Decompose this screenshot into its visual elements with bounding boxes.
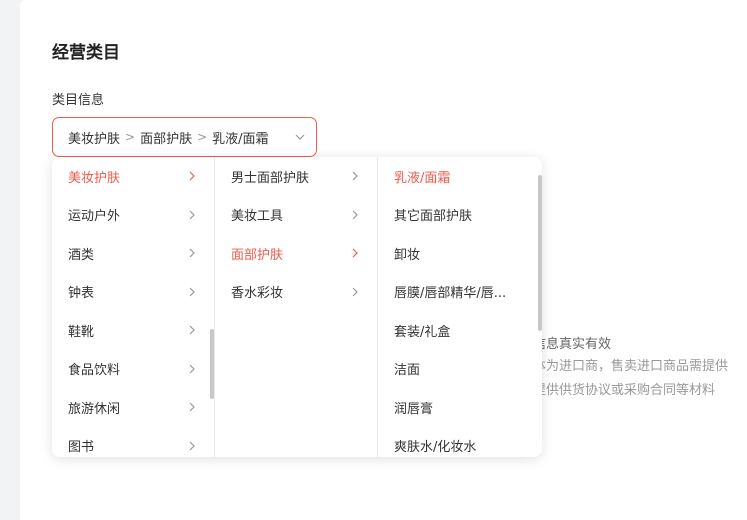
cascader-path-level2: 面部护肤 — [140, 131, 193, 147]
chevron-right-icon — [189, 287, 195, 296]
helper-text-3: 需提供供货协议或采购合同等材料 — [520, 383, 716, 398]
level3-column: 乳液/面霜 其它面部护肤 卸妆 唇膜/唇部精华/唇... 套装/礼盒 洁面 润唇… — [378, 157, 542, 457]
cascader-path-level3: 乳液/面霜 — [212, 131, 269, 147]
chevron-right-icon — [189, 325, 195, 335]
level2-item[interactable]: 男士面部护肤 — [215, 157, 377, 196]
level2-column: 男士面部护肤 美妆工具 面部护肤 香水彩妆 — [215, 157, 378, 457]
level2-item[interactable]: 香水彩妆 — [215, 273, 377, 312]
level3-scrollbar[interactable] — [538, 175, 542, 331]
chevron-down-icon[interactable] — [294, 131, 306, 143]
helper-text-1: ，信息真实有效 — [520, 337, 612, 352]
chevron-right-icon — [189, 441, 195, 450]
level1-item[interactable]: 旅游休闲 — [52, 388, 214, 427]
chevron-right-icon — [189, 210, 195, 219]
chevron-right-icon — [189, 171, 195, 181]
level3-item[interactable]: 爽肤水/化妆水 — [378, 427, 542, 458]
chevron-right-icon — [352, 287, 358, 296]
level3-item[interactable]: 其它面部护肤 — [378, 196, 542, 235]
cascader-path-level1: 美妆护肤 — [68, 131, 121, 147]
chevron-right-icon: > — [125, 130, 136, 144]
section-title: 经营类目 — [52, 43, 120, 63]
level1-scrollbar[interactable] — [210, 329, 214, 399]
level1-item[interactable]: 图书 — [52, 427, 214, 458]
level3-item[interactable]: 洁面 — [378, 350, 542, 389]
level1-column: 美妆护肤 运动户外 酒类 钟表 鞋靴 食品饮料 旅游休闲 图书 — [52, 157, 215, 457]
level1-item[interactable]: 美妆护肤 — [52, 157, 214, 196]
chevron-right-icon — [352, 248, 358, 258]
helper-text-2: 主体为进口商，售卖进口商品需提供 — [520, 359, 729, 374]
category-info-label: 类目信息 — [52, 93, 105, 108]
level2-item[interactable]: 面部护肤 — [215, 234, 377, 273]
level1-item[interactable]: 食品饮料 — [52, 350, 214, 389]
chevron-right-icon — [352, 210, 358, 219]
level3-item[interactable]: 唇膜/唇部精华/唇... — [378, 273, 542, 312]
level3-item[interactable]: 润唇膏 — [378, 388, 542, 427]
level1-item[interactable]: 酒类 — [52, 234, 214, 273]
chevron-right-icon — [352, 171, 358, 181]
category-cascader[interactable]: 美妆护肤 > 面部护肤 > 乳液/面霜 — [52, 117, 317, 157]
chevron-right-icon — [189, 402, 195, 412]
chevron-right-icon — [189, 248, 195, 258]
chevron-right-icon: > — [197, 130, 208, 144]
level3-item[interactable]: 卸妆 — [378, 234, 542, 273]
level3-item[interactable]: 乳液/面霜 — [378, 157, 542, 196]
level1-item[interactable]: 钟表 — [52, 273, 214, 312]
level2-item[interactable]: 美妆工具 — [215, 196, 377, 235]
chevron-right-icon — [189, 364, 195, 373]
level1-item[interactable]: 运动户外 — [52, 196, 214, 235]
level3-item[interactable]: 套装/礼盒 — [378, 311, 542, 350]
cascader-dropdown: 美妆护肤 运动户外 酒类 钟表 鞋靴 食品饮料 旅游休闲 图书 男士面部护肤 美… — [52, 157, 542, 457]
level1-item[interactable]: 鞋靴 — [52, 311, 214, 350]
